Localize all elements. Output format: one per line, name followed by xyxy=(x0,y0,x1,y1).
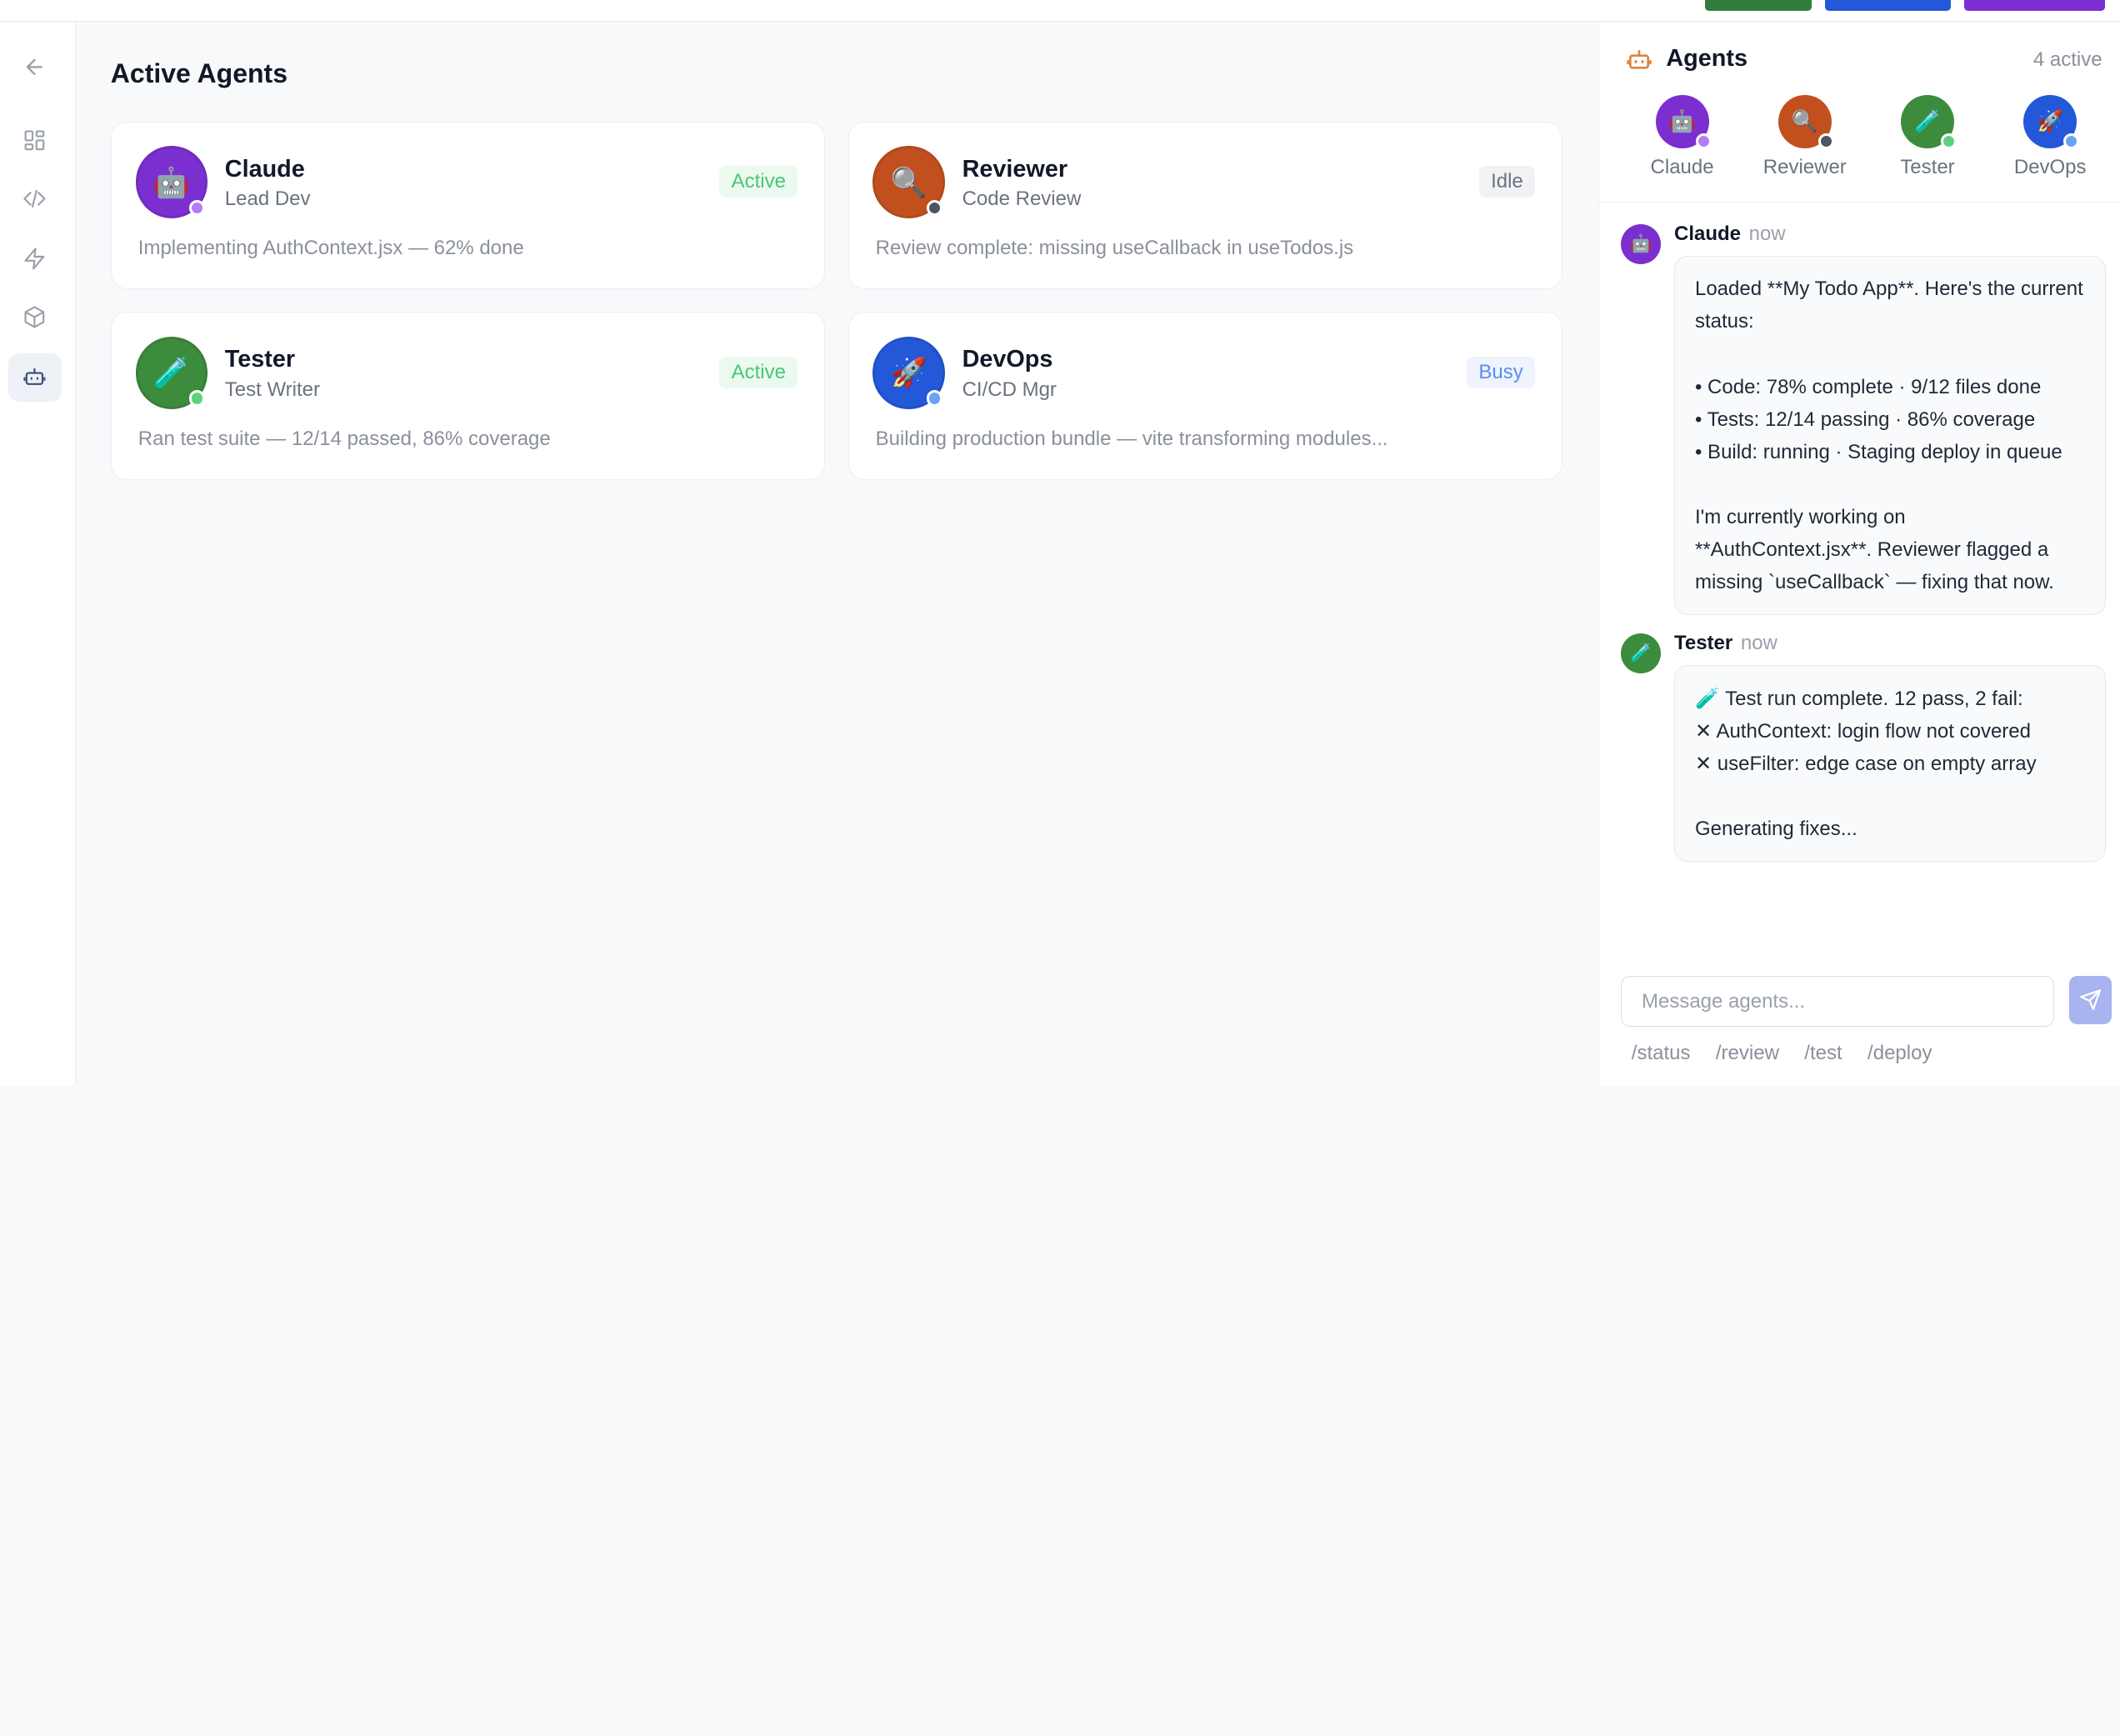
toolbar-button-blue[interactable] xyxy=(1825,0,1951,11)
agent-card-devops[interactable]: 🚀 DevOps CI/CD Mgr Busy Building product… xyxy=(848,312,1563,480)
magnifier-icon: 🔍 xyxy=(890,166,928,199)
agent-avatar: 🤖 xyxy=(135,146,208,218)
panel-title: Agents xyxy=(1666,45,1748,73)
message-header: Claude now xyxy=(1674,223,1786,246)
top-bar xyxy=(0,0,2120,22)
sidebar-item-actions[interactable] xyxy=(8,235,62,283)
agent-chip-claude[interactable]: 🤖 Claude xyxy=(1629,94,1736,180)
robot-icon: 🤖 xyxy=(152,166,190,199)
magnifier-icon: 🔍 xyxy=(1791,109,1818,133)
status-badge: Active xyxy=(719,357,798,388)
agent-name: DevOps xyxy=(962,346,1053,373)
status-dot xyxy=(188,199,205,216)
agent-avatar: 🔍 xyxy=(1778,94,1834,150)
dashboard-icon xyxy=(24,130,45,150)
command-test[interactable]: /test xyxy=(1804,1042,1842,1065)
status-badge: Busy xyxy=(1467,357,1536,388)
agent-chip-name: Tester xyxy=(1900,156,1955,179)
page-title: Active Agents xyxy=(110,58,288,89)
message-input-wrapper xyxy=(1620,976,2054,1027)
sidebar-rail xyxy=(0,21,77,1086)
agent-activity: Ran test suite — 12/14 passed, 86% cover… xyxy=(138,427,551,450)
agent-chip-name: Reviewer xyxy=(1762,156,1847,179)
message-author: Tester xyxy=(1673,632,1733,655)
sidebar-item-packages[interactable] xyxy=(8,293,62,342)
message-input[interactable] xyxy=(1621,977,2053,1026)
bot-icon xyxy=(1627,49,1652,69)
agent-card-reviewer[interactable]: 🔍 Reviewer Code Review Idle Review compl… xyxy=(848,121,1563,290)
rocket-icon: 🚀 xyxy=(890,357,928,390)
agent-avatar: 🧪 xyxy=(1900,94,1958,150)
message-header: Tester now xyxy=(1674,632,1778,655)
agent-activity: Review complete: missing useCallback in … xyxy=(875,237,1354,260)
robot-icon: 🤖 xyxy=(1630,233,1652,253)
message-avatar: 🧪 xyxy=(1620,633,1661,673)
agent-avatar: 🤖 xyxy=(1655,94,1712,150)
status-dot xyxy=(2063,133,2080,150)
command-review[interactable]: /review xyxy=(1716,1042,1779,1065)
test-tube-icon: 🧪 xyxy=(152,357,190,390)
quick-commands: /status /review /test /deploy xyxy=(1632,1042,1932,1065)
status-badge: Active xyxy=(719,166,798,198)
agent-role: Code Review xyxy=(962,187,1082,210)
app-window: Active Agents 🤖 Claude Lead Dev Active I… xyxy=(0,0,2120,1086)
send-button[interactable] xyxy=(2068,976,2112,1024)
agent-role: Test Writer xyxy=(224,378,321,401)
back-arrow-icon xyxy=(26,58,43,75)
package-icon xyxy=(24,306,45,328)
agent-chip-devops[interactable]: 🚀 DevOps xyxy=(1997,94,2103,180)
main-content: Active Agents 🤖 Claude Lead Dev Active I… xyxy=(76,21,1599,1086)
agent-avatar: 🚀 xyxy=(872,337,945,409)
agent-activity: Implementing AuthContext.jsx — 62% done xyxy=(138,237,524,260)
message-author: Claude xyxy=(1673,223,1741,246)
message-time: now xyxy=(1740,632,1778,655)
message-bubble: 🧪 Test run complete. 12 pass, 2 fail: ✕ … xyxy=(1673,665,2107,862)
agent-chip-name: Claude xyxy=(1650,156,1714,179)
command-status[interactable]: /status xyxy=(1632,1042,1691,1065)
test-tube-icon: 🧪 xyxy=(1914,109,1941,133)
agent-name: Claude xyxy=(224,155,305,183)
back-button[interactable] xyxy=(8,43,62,91)
status-dot xyxy=(188,390,205,407)
sidebar-item-code[interactable] xyxy=(8,175,62,223)
agent-name: Tester xyxy=(224,346,296,373)
agent-chip-tester[interactable]: 🧪 Tester xyxy=(1874,94,1981,180)
agent-name: Reviewer xyxy=(962,155,1068,183)
toolbar-button-green[interactable] xyxy=(1705,0,1812,11)
message-time: now xyxy=(1748,223,1786,246)
test-tube-icon: 🧪 xyxy=(1630,643,1652,663)
status-dot xyxy=(926,199,942,216)
status-dot xyxy=(1940,133,1958,150)
agent-avatar: 🚀 xyxy=(2023,94,2080,150)
send-icon xyxy=(2079,989,2101,1011)
agent-card-claude[interactable]: 🤖 Claude Lead Dev Active Implementing Au… xyxy=(110,121,826,290)
agent-activity: Building production bundle — vite transf… xyxy=(875,427,1388,450)
agent-chip-name: DevOps xyxy=(2013,156,2087,179)
toolbar-button-purple[interactable] xyxy=(1963,0,2106,11)
agent-chip-reviewer[interactable]: 🔍 Reviewer xyxy=(1752,94,1858,180)
agent-role: CI/CD Mgr xyxy=(962,378,1057,401)
sidebar-item-dashboard[interactable] xyxy=(8,116,62,164)
sidebar-item-agents[interactable] xyxy=(8,353,62,402)
status-dot xyxy=(926,390,942,407)
code-icon xyxy=(23,189,46,208)
message-avatar: 🤖 xyxy=(1620,223,1661,264)
active-count: 4 active xyxy=(2032,48,2102,71)
command-deploy[interactable]: /deploy xyxy=(1868,1042,1932,1065)
lightning-icon xyxy=(24,248,45,270)
message-bubble: Loaded **My Todo App**. Here's the curre… xyxy=(1673,256,2107,616)
agents-panel-header: Agents 4 active 🤖 Claude 🔍 Reviewer 🧪 Te… xyxy=(1599,22,2120,203)
rocket-icon: 🚀 xyxy=(2037,109,2064,133)
robot-icon: 🤖 xyxy=(1668,109,1696,133)
agent-avatar: 🔍 xyxy=(872,146,945,218)
agent-role: Lead Dev xyxy=(224,187,311,210)
agent-card-tester[interactable]: 🧪 Tester Test Writer Active Ran test sui… xyxy=(110,312,826,480)
status-badge: Idle xyxy=(1478,166,1536,198)
agent-avatar: 🧪 xyxy=(135,337,208,409)
agents-panel: Agents 4 active 🤖 Claude 🔍 Reviewer 🧪 Te… xyxy=(1598,21,2120,1086)
bot-icon xyxy=(23,368,46,386)
status-dot xyxy=(1695,133,1712,150)
status-dot xyxy=(1818,133,1834,150)
